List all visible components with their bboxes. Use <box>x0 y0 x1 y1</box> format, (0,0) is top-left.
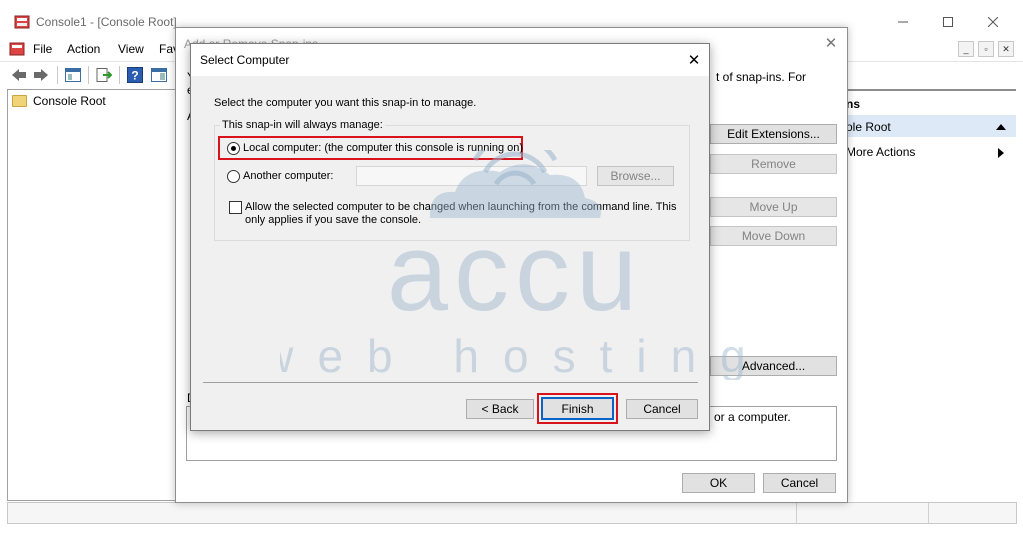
status-bar <box>7 502 1017 524</box>
finish-button[interactable]: Finish <box>541 397 614 420</box>
close-icon[interactable]: ✕ <box>685 51 703 69</box>
select-computer-dialog: Select Computer ✕ Select the computer yo… <box>190 43 710 431</box>
actions-item-label: ole Root <box>846 120 891 134</box>
console-app-icon <box>14 15 30 29</box>
window-title: Console1 - [Console Root] <box>36 15 177 29</box>
folder-icon <box>12 95 27 107</box>
status-divider <box>796 503 797 523</box>
show-hide-tree-icon[interactable] <box>64 66 82 84</box>
mdi-close-icon[interactable]: ✕ <box>998 41 1014 57</box>
collapse-up-icon[interactable] <box>996 124 1006 130</box>
help-icon[interactable]: ? <box>126 66 144 84</box>
toolbar-separator <box>57 66 58 84</box>
actions-item-console-root[interactable]: ole Root <box>846 115 1016 137</box>
advanced-button[interactable]: Advanced... <box>710 356 837 376</box>
console-menu-icon[interactable] <box>9 42 25 56</box>
minimize-icon[interactable] <box>880 10 926 34</box>
intro-fragment-right: t of snap-ins. For <box>716 70 807 84</box>
close-icon[interactable]: ✕ <box>822 34 840 52</box>
mdi-minimize-icon[interactable]: _ <box>958 41 974 57</box>
tree-item-console-root[interactable]: Console Root <box>12 94 106 108</box>
dialog-title: Select Computer <box>200 53 290 67</box>
svg-text:?: ? <box>131 69 138 83</box>
tree-item-label: Console Root <box>33 94 106 108</box>
prompt-text: Select the computer you want this snap-i… <box>214 97 477 109</box>
toolbar-separator <box>119 66 120 84</box>
button-separator <box>203 382 698 383</box>
group-label: This snap-in will always manage: <box>220 119 385 131</box>
cancel-button[interactable]: Cancel <box>626 399 698 419</box>
show-action-pane-icon[interactable] <box>150 66 168 84</box>
submenu-arrow-icon <box>998 148 1004 158</box>
edit-extensions-button[interactable]: Edit Extensions... <box>710 124 837 144</box>
local-computer-label[interactable]: Local computer: (the computer this conso… <box>243 142 523 154</box>
remove-button[interactable]: Remove <box>710 154 837 174</box>
browse-button[interactable]: Browse... <box>597 166 674 186</box>
actions-item-label: More Actions <box>846 145 916 159</box>
local-computer-radio[interactable] <box>227 142 240 155</box>
back-arrow-icon[interactable] <box>10 66 28 84</box>
mdi-restore-icon[interactable]: ▫ <box>978 41 994 57</box>
actions-header: ns <box>846 89 1016 113</box>
menu-view[interactable]: View <box>118 42 144 56</box>
menu-file[interactable]: File <box>33 42 52 56</box>
menu-action[interactable]: Action <box>67 42 100 56</box>
forward-arrow-icon[interactable] <box>32 66 50 84</box>
actions-item-more-actions[interactable]: More Actions <box>846 141 1016 163</box>
computer-name-input[interactable] <box>356 166 587 186</box>
another-computer-label[interactable]: Another computer: <box>243 170 334 182</box>
actions-pane: ns ole Root More Actions <box>846 89 1016 501</box>
maximize-icon[interactable] <box>925 10 971 34</box>
console-tree: Console Root <box>7 89 179 501</box>
status-divider <box>928 503 929 523</box>
description-text: or a computer. <box>714 410 791 424</box>
cancel-button[interactable]: Cancel <box>763 473 836 493</box>
export-list-icon[interactable] <box>95 66 113 84</box>
move-up-button[interactable]: Move Up <box>710 197 837 217</box>
another-computer-radio[interactable] <box>227 170 240 183</box>
toolbar-separator <box>88 66 89 84</box>
allow-change-label-line1[interactable]: Allow the selected computer to be change… <box>245 201 677 213</box>
ok-button[interactable]: OK <box>682 473 755 493</box>
dialog-title-bar: Select Computer ✕ <box>191 44 709 76</box>
dialog-body: Select the computer you want this snap-i… <box>191 76 709 430</box>
close-icon[interactable] <box>970 10 1016 34</box>
allow-change-checkbox[interactable] <box>229 201 242 214</box>
allow-change-label-line2[interactable]: only applies if you save the console. <box>245 214 421 226</box>
back-button[interactable]: < Back <box>466 399 534 419</box>
move-down-button[interactable]: Move Down <box>710 226 837 246</box>
